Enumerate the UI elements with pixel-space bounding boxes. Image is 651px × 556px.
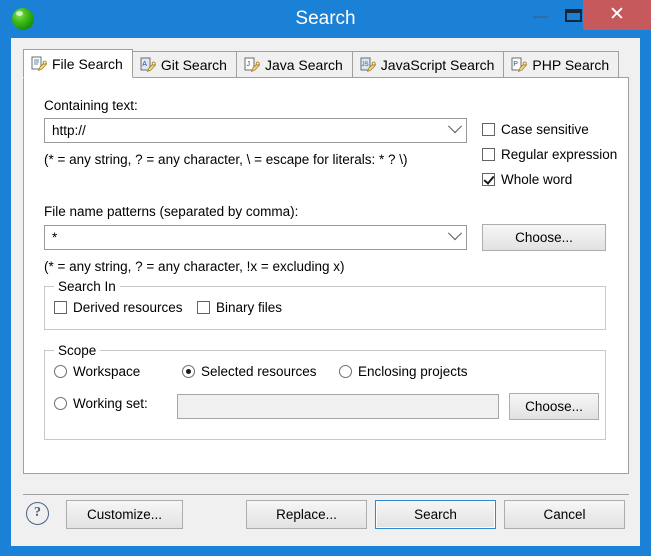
minimize-icon (533, 16, 548, 18)
radio-label: Enclosing projects (358, 364, 468, 379)
radio-enclosing-projects[interactable]: Enclosing projects (339, 364, 468, 379)
svg-text:JS: JS (361, 62, 368, 68)
radio-circle (54, 397, 67, 410)
choose-working-set-button[interactable]: Choose... (509, 393, 599, 420)
containing-text-hint: (* = any string, ? = any character, \ = … (44, 152, 408, 167)
search-in-group: Search In Derived resources Binary files (44, 279, 606, 330)
search-in-title: Search In (54, 279, 120, 294)
cancel-button[interactable]: Cancel (504, 500, 625, 529)
tab-git-search[interactable]: A Git Search (131, 51, 237, 78)
checkbox-regular-expression[interactable]: Regular expression (482, 147, 617, 162)
file-patterns-value: * (52, 230, 58, 245)
checkbox-label: Case sensitive (501, 122, 589, 137)
git-search-icon: A (140, 57, 156, 73)
file-search-icon (31, 56, 47, 72)
tab-label: File Search (52, 55, 123, 72)
footer-separator (23, 494, 629, 495)
help-icon[interactable]: ? (26, 502, 49, 525)
close-button[interactable]: ✕ (583, 0, 651, 30)
checkbox-box (482, 123, 495, 136)
radio-label: Workspace (73, 364, 141, 379)
containing-text-value: http:// (52, 123, 86, 138)
maximize-icon (565, 9, 582, 22)
svg-text:J: J (246, 61, 250, 68)
chevron-down-icon[interactable] (444, 226, 466, 244)
svg-text:P: P (514, 61, 519, 68)
scope-title: Scope (54, 343, 101, 358)
radio-circle (182, 365, 195, 378)
tab-java-search[interactable]: J Java Search (235, 51, 353, 78)
radio-working-set[interactable]: Working set: (54, 396, 148, 411)
tab-label: Git Search (160, 56, 227, 73)
checkbox-label: Whole word (501, 172, 573, 187)
containing-text-label: Containing text: (44, 98, 138, 113)
search-tab-folder: File Search A Git Search J Java Search J… (23, 49, 629, 474)
title-bar: Search ✕ (0, 0, 651, 38)
checkbox-box (197, 301, 210, 314)
java-search-icon: J (244, 57, 260, 73)
radio-circle (339, 365, 352, 378)
javascript-search-icon: JS (360, 57, 376, 73)
tab-file-search[interactable]: File Search (23, 49, 133, 78)
choose-patterns-button[interactable]: Choose... (482, 224, 606, 251)
chevron-down-icon[interactable] (444, 119, 466, 137)
checkbox-whole-word[interactable]: Whole word (482, 172, 572, 187)
search-button[interactable]: Search (375, 500, 496, 529)
checkbox-box (482, 148, 495, 161)
replace-button[interactable]: Replace... (246, 500, 367, 529)
tab-php-search[interactable]: P PHP Search (503, 51, 620, 78)
file-search-panel: Containing text: http:// (* = any string… (23, 77, 629, 474)
tab-label: Java Search (264, 56, 343, 73)
checkbox-label: Regular expression (501, 147, 618, 162)
radio-workspace[interactable]: Workspace (54, 364, 140, 379)
radio-label: Working set: (73, 396, 148, 411)
search-dialog-window: Search ✕ File Search A Git Search J Java… (0, 0, 651, 556)
close-icon: ✕ (609, 4, 625, 25)
checkbox-label: Derived resources (73, 300, 183, 315)
tab-label: PHP Search (532, 56, 610, 73)
tab-javascript-search[interactable]: JS JavaScript Search (351, 51, 505, 78)
customize-button[interactable]: Customize... (66, 500, 183, 529)
checkbox-derived-resources[interactable]: Derived resources (54, 300, 183, 315)
radio-label: Selected resources (201, 364, 317, 379)
scope-group: Scope Workspace Selected resources Enclo… (44, 343, 606, 440)
working-set-input[interactable] (177, 394, 499, 419)
file-patterns-hint: (* = any string, ? = any character, !x =… (44, 259, 345, 274)
dialog-body: File Search A Git Search J Java Search J… (11, 38, 640, 546)
checkbox-binary-files[interactable]: Binary files (197, 300, 282, 315)
svg-text:A: A (142, 61, 147, 68)
tab-label: JavaScript Search (380, 56, 495, 73)
file-patterns-label: File name patterns (separated by comma): (44, 204, 299, 219)
radio-selected-resources[interactable]: Selected resources (182, 364, 317, 379)
checkbox-box (482, 173, 495, 186)
containing-text-input[interactable]: http:// (44, 118, 467, 143)
file-patterns-input[interactable]: * (44, 225, 467, 250)
radio-circle (54, 365, 67, 378)
checkbox-case-sensitive[interactable]: Case sensitive (482, 122, 589, 137)
php-search-icon: P (511, 57, 528, 73)
checkbox-label: Binary files (216, 300, 283, 315)
checkbox-box (54, 301, 67, 314)
tab-strip: File Search A Git Search J Java Search J… (23, 49, 629, 78)
